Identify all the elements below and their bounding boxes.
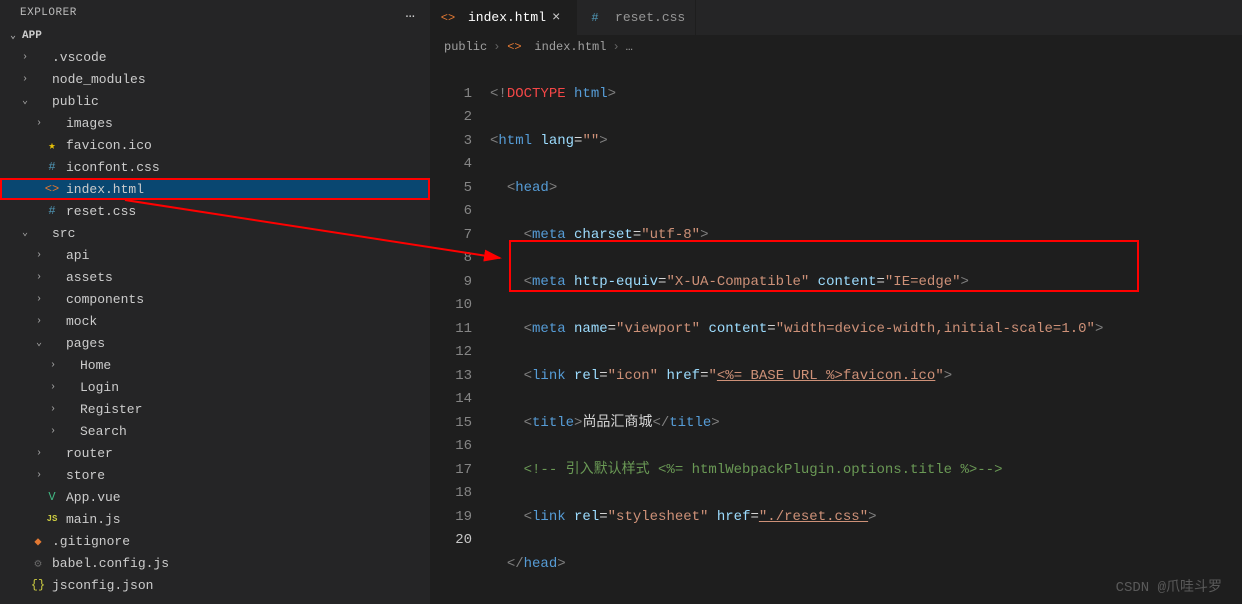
section-header[interactable]: ⌄ APP — [0, 28, 430, 44]
folder-icon — [44, 247, 60, 263]
explorer-more-icon[interactable]: … — [405, 4, 416, 22]
hash-icon: # — [44, 203, 60, 219]
html-icon: <> — [44, 181, 60, 197]
tree-folder[interactable]: ›Search — [0, 420, 430, 442]
chevron-right-icon: › — [34, 448, 44, 459]
editor-panel: <> index.html × # reset.css public › <> … — [430, 0, 1242, 604]
breadcrumb[interactable]: public › <> index.html › … — [430, 35, 1242, 59]
tree-folder-src[interactable]: ⌄src — [0, 222, 430, 244]
tree-folder[interactable]: ›mock — [0, 310, 430, 332]
chevron-right-icon: › — [493, 40, 500, 54]
folder-icon — [58, 379, 74, 395]
git-icon: ◆ — [30, 533, 46, 549]
hash-icon: # — [587, 10, 603, 26]
chevron-down-icon: ⌄ — [20, 95, 30, 107]
chevron-right-icon: › — [48, 360, 58, 371]
tree-file[interactable]: #reset.css — [0, 200, 430, 222]
vue-icon: V — [44, 489, 60, 505]
chevron-down-icon: ⌄ — [8, 30, 18, 42]
folder-icon — [44, 313, 60, 329]
folder-icon — [30, 225, 46, 241]
folder-icon — [44, 445, 60, 461]
html-icon: <> — [506, 39, 522, 55]
chevron-down-icon: ⌄ — [34, 337, 44, 349]
gear-icon: ⚙ — [30, 555, 46, 571]
folder-icon — [30, 93, 46, 109]
chevron-right-icon: › — [20, 74, 30, 85]
folder-icon — [58, 357, 74, 373]
chevron-right-icon: › — [34, 272, 44, 283]
folder-icon — [58, 423, 74, 439]
folder-icon — [44, 269, 60, 285]
tree-folder[interactable]: ›api — [0, 244, 430, 266]
file-tree: ›.vscode ›node_modules ⌄public ›images ★… — [0, 44, 430, 604]
tree-folder-pages[interactable]: ⌄pages — [0, 332, 430, 354]
star-icon: ★ — [44, 137, 60, 153]
folder-icon — [30, 71, 46, 87]
tree-folder[interactable]: ›Register — [0, 398, 430, 420]
watermark: CSDN @爪哇斗罗 — [1116, 576, 1222, 596]
folder-icon — [30, 49, 46, 65]
tree-file[interactable]: ★favicon.ico — [0, 134, 430, 156]
chevron-right-icon: › — [612, 40, 619, 54]
explorer-title: EXPLORER — [20, 7, 77, 19]
chevron-right-icon: › — [34, 316, 44, 327]
chevron-right-icon: › — [48, 404, 58, 415]
chevron-right-icon: › — [20, 52, 30, 63]
tab-index-html[interactable]: <> index.html × — [430, 0, 577, 35]
folder-icon — [58, 401, 74, 417]
tree-folder[interactable]: ›Login — [0, 376, 430, 398]
close-icon[interactable]: × — [552, 10, 566, 26]
folder-icon — [44, 467, 60, 483]
html-icon: <> — [440, 10, 456, 26]
editor-tabs: <> index.html × # reset.css — [430, 0, 1242, 35]
tree-folder-public[interactable]: ⌄public — [0, 90, 430, 112]
tree-file[interactable]: VApp.vue — [0, 486, 430, 508]
tree-folder[interactable]: ›assets — [0, 266, 430, 288]
tree-folder[interactable]: ›store — [0, 464, 430, 486]
chevron-right-icon: › — [48, 382, 58, 393]
braces-icon: {} — [30, 577, 46, 593]
code-content: <!DOCTYPE html> <html lang=""> <head> <m… — [490, 59, 1242, 604]
explorer-sidebar: EXPLORER … ⌄ APP ›.vscode ›node_modules … — [0, 0, 430, 604]
tree-file-index-html[interactable]: <>index.html — [0, 178, 430, 200]
chevron-right-icon: › — [34, 294, 44, 305]
folder-icon — [44, 335, 60, 351]
tree-folder[interactable]: ›.vscode — [0, 46, 430, 68]
tree-file[interactable]: #iconfont.css — [0, 156, 430, 178]
folder-icon — [44, 291, 60, 307]
chevron-right-icon: › — [34, 470, 44, 481]
js-icon: JS — [44, 511, 60, 527]
chevron-down-icon: ⌄ — [20, 227, 30, 239]
tab-reset-css[interactable]: # reset.css — [577, 0, 696, 35]
tree-folder[interactable]: ›Home — [0, 354, 430, 376]
tree-file[interactable]: ⚙babel.config.js — [0, 552, 430, 574]
chevron-right-icon: › — [48, 426, 58, 437]
hash-icon: # — [44, 159, 60, 175]
tree-folder[interactable]: ›node_modules — [0, 68, 430, 90]
chevron-right-icon: › — [34, 118, 44, 129]
tree-file[interactable]: ◆.gitignore — [0, 530, 430, 552]
folder-icon — [44, 115, 60, 131]
tree-folder[interactable]: ›components — [0, 288, 430, 310]
tree-folder[interactable]: ›images — [0, 112, 430, 134]
code-editor[interactable]: 1234567891011121314151617181920 <!DOCTYP… — [430, 59, 1242, 604]
tree-file[interactable]: {}jsconfig.json — [0, 574, 430, 596]
chevron-right-icon: › — [34, 250, 44, 261]
tree-folder[interactable]: ›router — [0, 442, 430, 464]
line-gutter: 1234567891011121314151617181920 — [430, 59, 490, 604]
tree-file[interactable]: JSmain.js — [0, 508, 430, 530]
